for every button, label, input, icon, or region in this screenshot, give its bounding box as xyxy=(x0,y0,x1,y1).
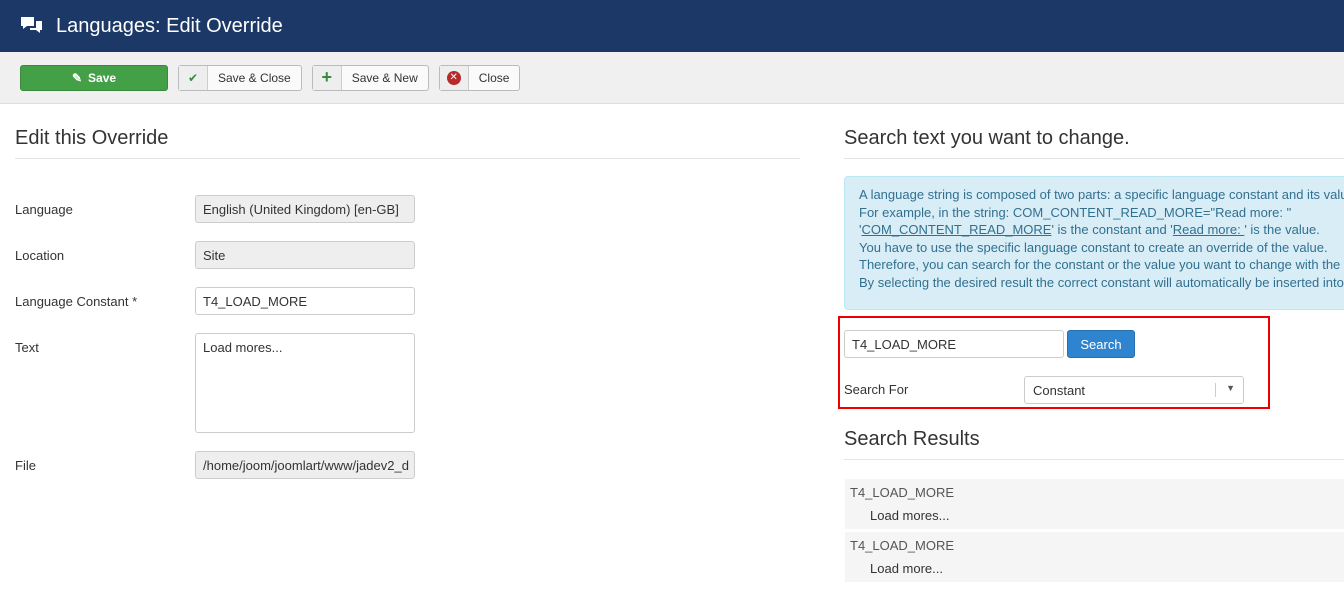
location-field[interactable]: Site xyxy=(195,241,415,269)
search-heading: Search text you want to change. xyxy=(844,127,1344,159)
file-field[interactable]: /home/joom/joomlart/www/jadev2_d xyxy=(195,451,415,479)
result-item[interactable]: T4_LOAD_MORE Load mores... xyxy=(845,479,1344,529)
save-button[interactable]: ✎ Save xyxy=(20,64,168,91)
search-panel: Search text you want to change. A langua… xyxy=(844,127,1344,310)
plus-icon: + xyxy=(312,65,342,90)
toolbar: ✎ Save ✔ Save & Close + Save & New ✕ Close xyxy=(0,52,1344,104)
edit-heading: Edit this Override xyxy=(15,127,800,159)
constant-input[interactable]: T4_LOAD_MORE xyxy=(195,287,415,315)
file-label: File xyxy=(15,458,36,473)
save-close-button[interactable]: ✔ Save & Close xyxy=(178,64,302,91)
language-label: Language xyxy=(15,202,73,217)
comments-icon xyxy=(21,17,42,33)
info-alert: A language string is composed of two par… xyxy=(844,176,1344,310)
close-button[interactable]: ✕ Close xyxy=(438,64,521,91)
page-title: Languages: Edit Override xyxy=(56,14,283,37)
check-icon: ✔ xyxy=(179,65,208,90)
search-input[interactable]: T4_LOAD_MORE xyxy=(844,330,1064,358)
close-circle-icon: ✕ xyxy=(439,65,469,90)
constant-label: Language Constant * xyxy=(15,294,138,309)
search-button[interactable]: Search xyxy=(1067,330,1135,358)
text-label: Text xyxy=(15,340,39,355)
caret-down-icon: ▼ xyxy=(1215,383,1235,397)
save-new-button[interactable]: + Save & New xyxy=(311,64,429,91)
location-label: Location xyxy=(15,248,65,263)
page-header: Languages: Edit Override xyxy=(0,0,1344,52)
language-field[interactable]: English (United Kingdom) [en-GB] xyxy=(195,195,415,223)
edit-override-panel: Edit this Override Language English (Unit… xyxy=(15,127,800,479)
results-heading: Search Results xyxy=(844,428,1344,460)
search-for-label: Search For xyxy=(844,382,909,397)
result-item[interactable]: T4_LOAD_MORE Load more... xyxy=(845,532,1344,582)
text-textarea[interactable]: Load mores... xyxy=(195,333,415,433)
edit-icon: ✎ xyxy=(71,70,83,85)
search-for-select[interactable]: Constant ▼ xyxy=(1024,376,1244,404)
